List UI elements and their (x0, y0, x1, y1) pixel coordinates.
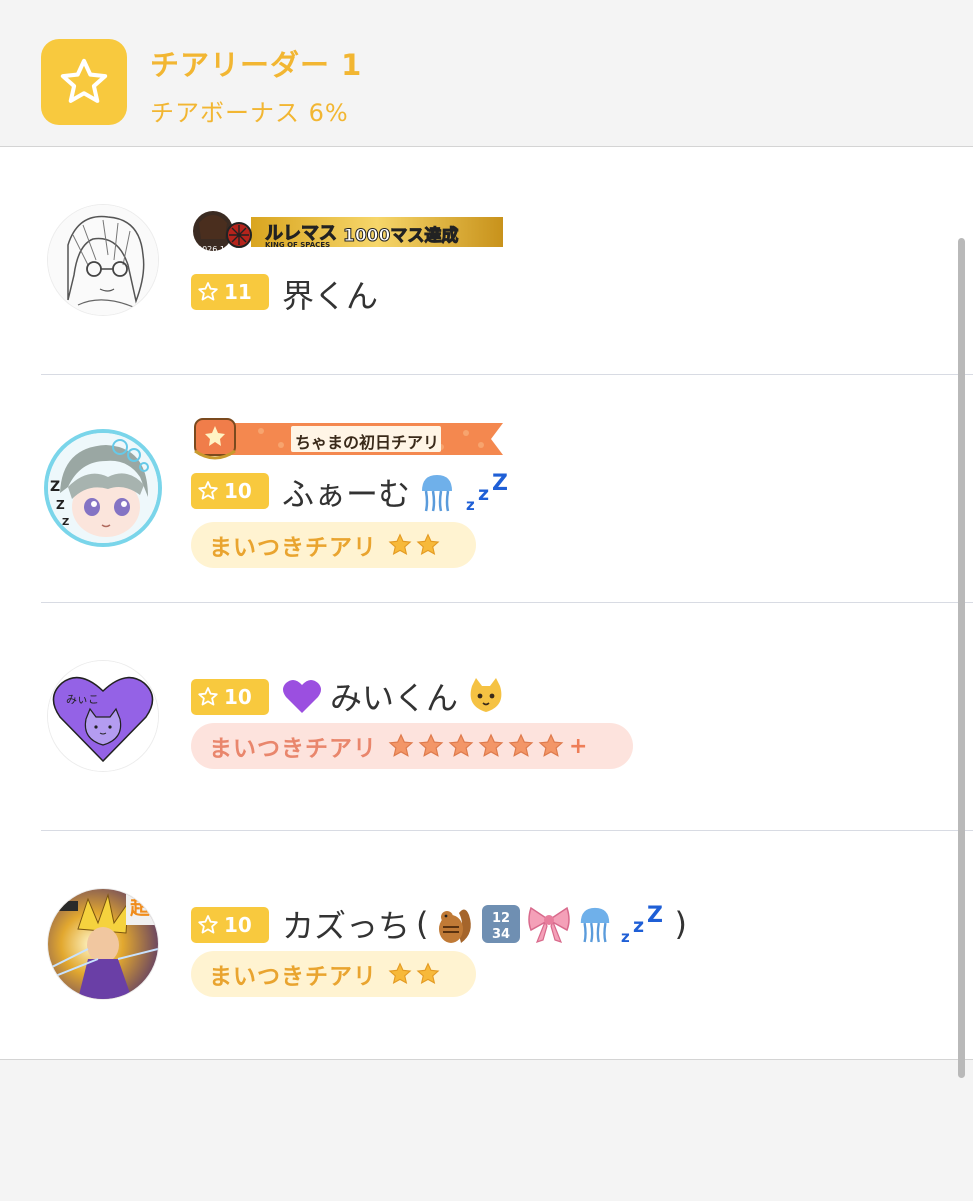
banner-subtitle: KING OF SPACES (265, 241, 331, 249)
banner-title: ちゃまの初日チアリ (295, 433, 440, 452)
banner-title-2: 1000マス達成 (342, 226, 459, 247)
svg-text:Z: Z (56, 498, 65, 512)
star-icon (416, 533, 440, 556)
user-name: みいくん (282, 673, 506, 719)
user-name-text: 界くん (282, 277, 379, 315)
paren-close: ) (674, 905, 687, 943)
star-icon (198, 481, 218, 500)
svg-text:z: z (633, 915, 644, 937)
user-name-text: ふぁーむ (282, 475, 411, 513)
cheer-stars (387, 532, 441, 558)
svg-text:z: z (466, 496, 475, 512)
level-number: 10 (224, 685, 252, 709)
numbers-1234-icon: 12 34 (481, 905, 520, 943)
svg-text:z: z (621, 928, 630, 944)
chipmunk-icon (438, 909, 471, 943)
cheer-plus: + (569, 733, 589, 759)
level-badge: 10 (191, 907, 269, 943)
list-item[interactable]: 超 10 カズっち ( 12 34 z z Z) まいつきチアリ (0, 831, 973, 1059)
avatar[interactable]: 超 (48, 889, 158, 999)
cheer-label: まいつきチアリ (209, 736, 377, 762)
star-icon (388, 733, 414, 757)
star-icon (478, 733, 504, 757)
user-name: ふぁーむ z z Z (282, 469, 514, 515)
svg-text:34: 34 (491, 927, 509, 942)
achievement-banner: ルレマス 1000マス達成 KING OF SPACES 2026.1 (191, 209, 506, 255)
list-item[interactable]: みぃこ 10 みいくん まいつきチアリ + (0, 603, 973, 831)
level-badge: 10 (191, 679, 269, 715)
header-title: チアリーダー 1 (150, 48, 363, 82)
monthly-cheer-badge: まいつきチアリ (191, 522, 476, 568)
avatar[interactable]: Z Z Z (48, 433, 158, 543)
header-subtitle: チアボーナス 6% (150, 99, 349, 127)
level-number: 10 (224, 913, 252, 937)
star-icon (41, 39, 127, 125)
jellyfish-icon (422, 475, 453, 512)
star-icon (508, 733, 534, 757)
avatar-caption: 超 (130, 895, 150, 919)
user-name-text: カズっち (282, 907, 411, 945)
user-name: 界くん (282, 271, 378, 317)
zzz-icon: z z Z (621, 904, 663, 944)
level-badge: 11 (191, 274, 269, 310)
paren-open: ( (416, 905, 429, 943)
svg-text:Z: Z (62, 517, 69, 528)
svg-text:Z: Z (647, 904, 663, 928)
zzz-icon: z z Z (466, 472, 508, 512)
avatar[interactable]: みぃこ (48, 661, 158, 771)
avatar-caption: みぃこ (66, 693, 99, 706)
list-item[interactable]: ルレマス 1000マス達成 KING OF SPACES 2026.1 11 界… (0, 147, 973, 375)
user-name-text: みいくん (330, 679, 459, 717)
level-badge: 10 (191, 473, 269, 509)
scrollbar[interactable] (958, 238, 965, 1078)
monthly-cheer-badge: まいつきチアリ (191, 951, 476, 997)
cat-face-icon (470, 678, 502, 712)
banner-year: 2026.1 (197, 245, 225, 254)
list-footer (0, 1059, 973, 1201)
star-icon (538, 733, 564, 757)
level-number: 11 (224, 280, 252, 304)
svg-text:Z: Z (50, 479, 60, 495)
ribbon-icon (527, 906, 570, 943)
achievement-banner: ちゃまの初日チアリ (191, 415, 503, 463)
star-icon (448, 733, 474, 757)
star-icon (198, 282, 218, 301)
svg-text:Z: Z (492, 472, 508, 496)
monthly-cheer-badge: まいつきチアリ + (191, 723, 633, 769)
star-icon (416, 962, 440, 985)
purple-heart-icon (283, 679, 321, 713)
cheer-stars (387, 961, 441, 987)
svg-text:12: 12 (491, 911, 509, 926)
star-icon (418, 733, 444, 757)
list-item[interactable]: Z Z Z ちゃまの初日チアリ 10 ふぁーむ z z Z まいつきチアリ (0, 375, 973, 603)
star-icon (198, 687, 218, 706)
cheer-label: まいつきチアリ (209, 964, 377, 990)
user-name: カズっち ( 12 34 z z Z) (282, 901, 687, 947)
cheer-stars: + (387, 732, 588, 760)
cheer-label: まいつきチアリ (209, 535, 377, 561)
star-icon (388, 533, 412, 556)
svg-text:z: z (478, 483, 489, 505)
avatar[interactable] (48, 205, 158, 315)
cheer-leader-header: チアリーダー 1 チアボーナス 6% (0, 0, 973, 147)
jellyfish-icon (580, 907, 609, 943)
level-number: 10 (224, 479, 252, 503)
star-icon (388, 962, 412, 985)
star-icon (198, 915, 218, 934)
